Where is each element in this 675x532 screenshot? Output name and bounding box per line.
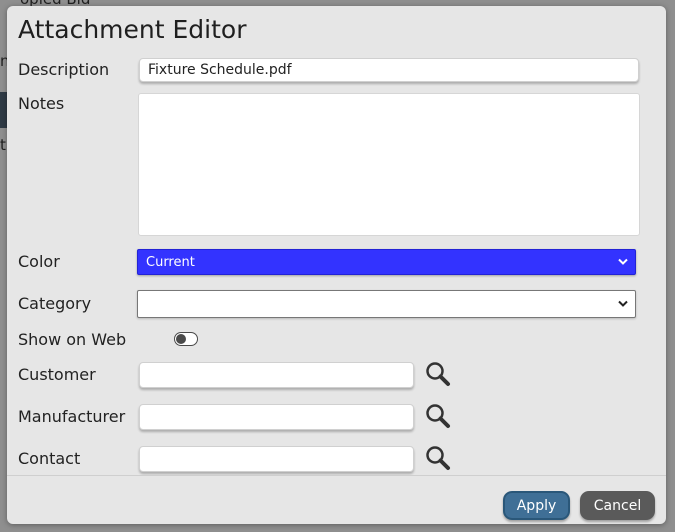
color-select-value: Current (146, 254, 195, 270)
category-label: Category (18, 294, 92, 313)
chevron-down-icon (618, 258, 628, 265)
cancel-button[interactable]: Cancel (580, 491, 655, 520)
manufacturer-input[interactable] (139, 404, 414, 430)
manufacturer-label: Manufacturer (18, 407, 126, 426)
customer-label: Customer (18, 365, 96, 384)
search-icon[interactable] (425, 361, 451, 387)
footer-divider (7, 475, 666, 476)
notes-textarea[interactable] (138, 93, 640, 236)
show-on-web-label: Show on Web (18, 330, 127, 349)
background-text: t (0, 136, 6, 154)
chevron-down-icon (618, 300, 628, 307)
show-on-web-toggle[interactable] (174, 332, 198, 346)
customer-input[interactable] (139, 362, 414, 388)
search-icon[interactable] (425, 403, 451, 429)
notes-label: Notes (18, 94, 65, 113)
contact-input[interactable] (139, 446, 414, 472)
description-input[interactable] (139, 58, 639, 82)
search-icon[interactable] (425, 445, 451, 471)
description-label: Description (18, 60, 110, 79)
apply-button[interactable]: Apply (503, 491, 570, 520)
dialog-title: Attachment Editor (18, 15, 247, 44)
contact-label: Contact (18, 449, 81, 468)
category-select[interactable] (137, 290, 636, 318)
color-label: Color (18, 252, 60, 271)
attachment-editor-dialog: Attachment Editor Description Notes Colo… (7, 6, 666, 524)
toggle-knob (176, 334, 186, 344)
color-select[interactable]: Current (137, 249, 636, 275)
